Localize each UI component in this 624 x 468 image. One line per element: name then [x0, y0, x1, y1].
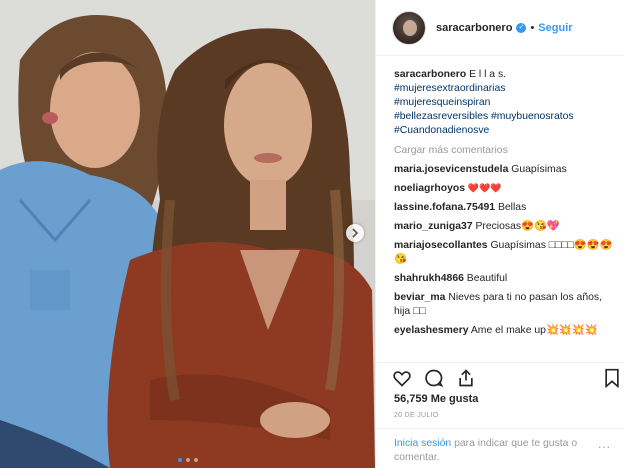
- more-options-button[interactable]: ...: [598, 437, 611, 451]
- next-arrow-icon: [352, 228, 359, 238]
- post-date[interactable]: 20 DE JULIO: [394, 412, 439, 419]
- action-bar: [376, 362, 624, 390]
- comments-list: saracarbonero E l l a s. #mujeresextraor…: [394, 68, 614, 343]
- comment-username[interactable]: maria.josevicenstudela: [394, 164, 508, 175]
- comment-username[interactable]: lassine.fofana.75491: [394, 202, 495, 213]
- post-photo[interactable]: [0, 0, 375, 468]
- photo-illustration: [0, 0, 375, 468]
- comment-text: Beautiful: [466, 273, 508, 284]
- load-more-comments-link[interactable]: Cargar más comentarios: [394, 144, 614, 158]
- comment: beviar_ma Nieves para ti no pasan los añ…: [394, 291, 614, 319]
- comment-username[interactable]: shahrukh4866: [394, 273, 464, 284]
- comment-text: Bellas: [497, 202, 527, 213]
- header-separator: •: [530, 21, 535, 34]
- post-header: saracarbonero ✓ • Seguir: [376, 0, 624, 56]
- post-side-panel: saracarbonero ✓ • Seguir saracarbonero E…: [375, 0, 624, 468]
- hashtag[interactable]: #mujeresextraordinarias: [394, 82, 614, 96]
- comment: eyelashesmery Ame el make up💥💥💥💥: [394, 324, 614, 338]
- likes-count[interactable]: 56,759 Me gusta: [394, 393, 478, 405]
- post-caption: saracarbonero E l l a s. #mujeresextraor…: [394, 68, 614, 138]
- comment: lassine.fofana.75491 Bellas: [394, 201, 614, 215]
- instagram-post: saracarbonero ✓ • Seguir saracarbonero E…: [0, 0, 624, 468]
- caption-username[interactable]: saracarbonero: [394, 69, 466, 80]
- avatar[interactable]: [392, 10, 426, 45]
- comment: noeliagrhoyos ❤️❤️❤️: [394, 182, 614, 196]
- comment-text: Ame el make up💥💥💥💥: [470, 325, 598, 336]
- comment-username[interactable]: eyelashesmery: [394, 325, 469, 336]
- hashtag[interactable]: #mujeresqueinspiran: [394, 96, 614, 110]
- comment-username[interactable]: mario_zuniga37: [394, 221, 473, 232]
- comment-username[interactable]: beviar_ma: [394, 292, 445, 303]
- bookmark-icon[interactable]: [602, 368, 622, 388]
- carousel-dot: [185, 458, 190, 462]
- hashtag[interactable]: #bellezasreversibles #muybuenosratos: [394, 110, 614, 124]
- comment-text: Preciosas😍😘💖: [475, 221, 560, 232]
- next-photo-button[interactable]: [346, 224, 364, 242]
- verified-badge-icon: ✓: [516, 22, 527, 33]
- follow-button[interactable]: Seguir: [538, 22, 572, 34]
- header-username[interactable]: saracarbonero: [436, 22, 512, 34]
- heart-icon[interactable]: [392, 368, 412, 388]
- comment-icon[interactable]: [424, 368, 444, 388]
- carousel-dot-active: [177, 458, 182, 462]
- comment: mariajosecollantes Guapísimas □□□□😍😍😍😘: [394, 239, 614, 267]
- hashtag[interactable]: #Cuandonadienosve: [394, 124, 614, 138]
- comment-text: Guapísimas: [511, 164, 567, 175]
- comment: mario_zuniga37 Preciosas😍😘💖: [394, 220, 614, 234]
- comment-username[interactable]: mariajosecollantes: [394, 240, 488, 251]
- comment: maria.josevicenstudela Guapísimas: [394, 163, 614, 177]
- comment: shahrukh4866 Beautiful: [394, 272, 614, 286]
- login-link[interactable]: Inicia sesión: [394, 438, 451, 449]
- carousel-dot: [193, 458, 198, 462]
- carousel-dots: [0, 458, 375, 462]
- caption-text: E l l a s.: [469, 69, 507, 80]
- share-icon[interactable]: [456, 368, 476, 388]
- login-prompt: Inicia sesión para indicar que te gusta …: [376, 428, 624, 468]
- comment-username[interactable]: noeliagrhoyos: [394, 183, 465, 194]
- comment-text: ❤️❤️❤️: [467, 184, 502, 194]
